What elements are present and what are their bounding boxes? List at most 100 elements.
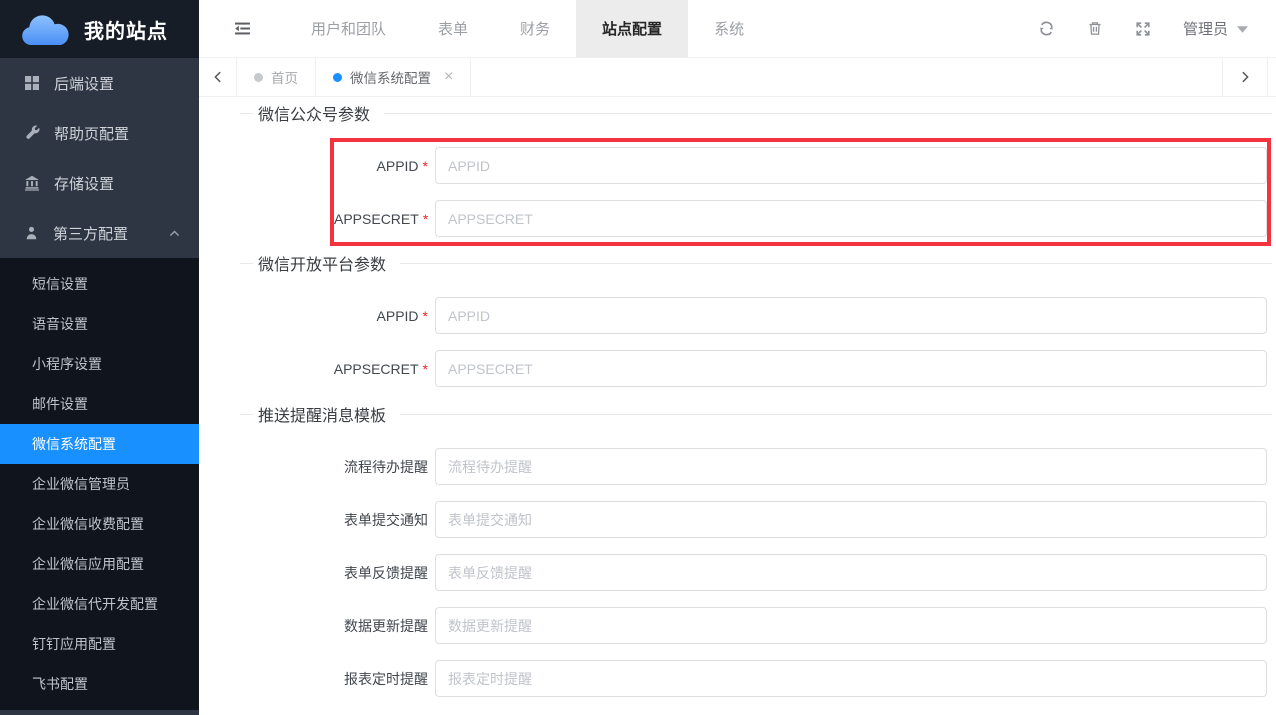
required-mark: * [423,211,428,227]
form-row: 报表定时提醒 [240,660,1272,697]
divider-line [400,414,1272,415]
field-input-2-1[interactable] [435,297,1267,334]
tab-bar: 首页微信系统配置× [199,58,1276,97]
nav-item-5[interactable]: 系统 [688,0,770,57]
field-label: APPSECRET* [334,211,435,227]
sidebar-group-label: 存储设置 [54,173,114,194]
grid-icon [24,75,40,91]
sidebar-group-3[interactable]: 存储设置 [0,158,199,208]
highlight-box: APPID*APPSECRET* [330,138,1271,246]
sidebar-group-label: 第三方配置 [53,223,128,244]
form-row: APPID* [240,297,1272,334]
field-label: 报表定时提醒 [240,669,435,689]
sidebar-subitem-9[interactable]: 企业微信代开发配置 [0,584,199,624]
nav-item-3[interactable]: 财务 [494,0,576,57]
form-row: 表单反馈提醒 [240,554,1272,591]
tab-1[interactable]: 首页 [237,58,316,96]
field-label-text: APPSECRET [334,361,419,377]
form-row: APPSECRET* [240,350,1272,387]
sidebar-group-1[interactable]: 后端设置 [0,58,199,108]
divider-line [400,263,1272,264]
bank-icon [24,175,40,191]
sidebar: 后端设置帮助页配置存储设置第三方配置 短信设置语音设置小程序设置邮件设置微信系统… [0,58,199,715]
field-input-3-4[interactable] [435,607,1267,644]
sidebar-subitem-8[interactable]: 企业微信应用配置 [0,544,199,584]
required-mark: * [423,361,428,377]
tab-list: 首页微信系统配置× [237,58,471,96]
field-label: APPID* [334,158,435,174]
field-label-text: 数据更新提醒 [344,618,428,634]
sidebar-subitem-10[interactable]: 钉钉应用配置 [0,624,199,664]
sidebar-group-4[interactable]: 第三方配置 [0,208,199,258]
section-title: 微信公众号参数 [253,101,384,125]
section-divider: 微信公众号参数 [240,102,1272,124]
field-input-1-1[interactable] [435,147,1267,184]
sidebar-group-label: 后端设置 [54,73,114,94]
sidebar-group-2[interactable]: 帮助页配置 [0,108,199,158]
section-divider: 微信开放平台参数 [240,252,1272,274]
field-input-2-2[interactable] [435,350,1267,387]
sidebar-subitem-3[interactable]: 小程序设置 [0,344,199,384]
field-input-3-5[interactable] [435,660,1267,697]
required-mark: * [423,308,428,324]
trash-icon[interactable] [1087,20,1103,37]
section-title: 微信开放平台参数 [253,251,400,275]
field-label-text: APPID [377,308,419,324]
brand-logo[interactable]: 我的站点 [0,0,199,58]
divider-line [240,113,253,114]
sidebar-subitem-7[interactable]: 企业微信收费配置 [0,504,199,544]
field-label-text: 表单反馈提醒 [344,565,428,581]
field-label: 表单反馈提醒 [240,563,435,583]
tab-2[interactable]: 微信系统配置× [316,58,471,96]
form-row: APPSECRET* [334,200,1267,237]
sidebar-groups: 后端设置帮助页配置存储设置第三方配置 [0,58,199,258]
form-row: 数据更新提醒 [240,607,1272,644]
sidebar-subitem-6[interactable]: 企业微信管理员 [0,464,199,504]
sidebar-subitem-2[interactable]: 语音设置 [0,304,199,344]
required-mark: * [423,158,428,174]
top-header: 用户和团队表单财务站点配置系统 管理员 [199,0,1276,58]
refresh-icon[interactable] [1038,20,1055,37]
fullscreen-icon[interactable] [1135,21,1151,37]
form-content: 微信公众号参数APPID*APPSECRET*微信开放平台参数APPID*APP… [199,97,1276,715]
nav-item-4[interactable]: 站点配置 [576,0,688,57]
user-menu-label: 管理员 [1183,18,1228,39]
top-nav: 用户和团队表单财务站点配置系统 [285,0,770,57]
field-input-3-1[interactable] [435,448,1267,485]
tab-scroll-left-button[interactable] [199,58,237,96]
nav-item-1[interactable]: 用户和团队 [285,0,412,57]
section-divider: 推送提醒消息模板 [240,403,1272,425]
chevron-right-icon [1238,70,1252,84]
tab-scroll-right-button[interactable] [1222,58,1268,96]
sidebar-subitem-4[interactable]: 邮件设置 [0,384,199,424]
app-window: 我的站点 用户和团队表单财务站点配置系统 管理员 首页微信系统配置× 后端设置帮… [0,0,1276,715]
tab-label: 首页 [271,67,298,87]
scrollbar-track [1268,58,1276,96]
field-input-1-2[interactable] [435,200,1267,237]
menu-fold-icon[interactable] [199,0,285,57]
wrench-icon [24,125,40,141]
chevron-up-icon [168,227,181,240]
caret-down-icon [1237,26,1248,33]
nav-item-2[interactable]: 表单 [412,0,494,57]
field-input-3-3[interactable] [435,554,1267,591]
sidebar-subitem-11[interactable]: 飞书配置 [0,664,199,704]
sidebar-subitem-5[interactable]: 微信系统配置 [0,424,199,464]
field-label: APPSECRET* [240,361,435,377]
site-title: 我的站点 [84,15,168,44]
field-label-text: APPID [377,158,419,174]
field-label-text: 报表定时提醒 [344,671,428,687]
form-row: 流程待办提醒 [240,448,1272,485]
close-icon[interactable]: × [444,69,453,85]
user-menu[interactable]: 管理员 [1183,18,1248,39]
cloud-icon [20,12,72,46]
divider-line [240,414,253,415]
sidebar-subitem-1[interactable]: 短信设置 [0,264,199,304]
divider-line [240,263,253,264]
field-input-3-2[interactable] [435,501,1267,538]
tab-dot-icon [254,73,263,82]
person-icon [24,225,39,241]
field-label: 数据更新提醒 [240,616,435,636]
chevron-left-icon [211,70,225,84]
field-label-text: APPSECRET [334,211,419,227]
